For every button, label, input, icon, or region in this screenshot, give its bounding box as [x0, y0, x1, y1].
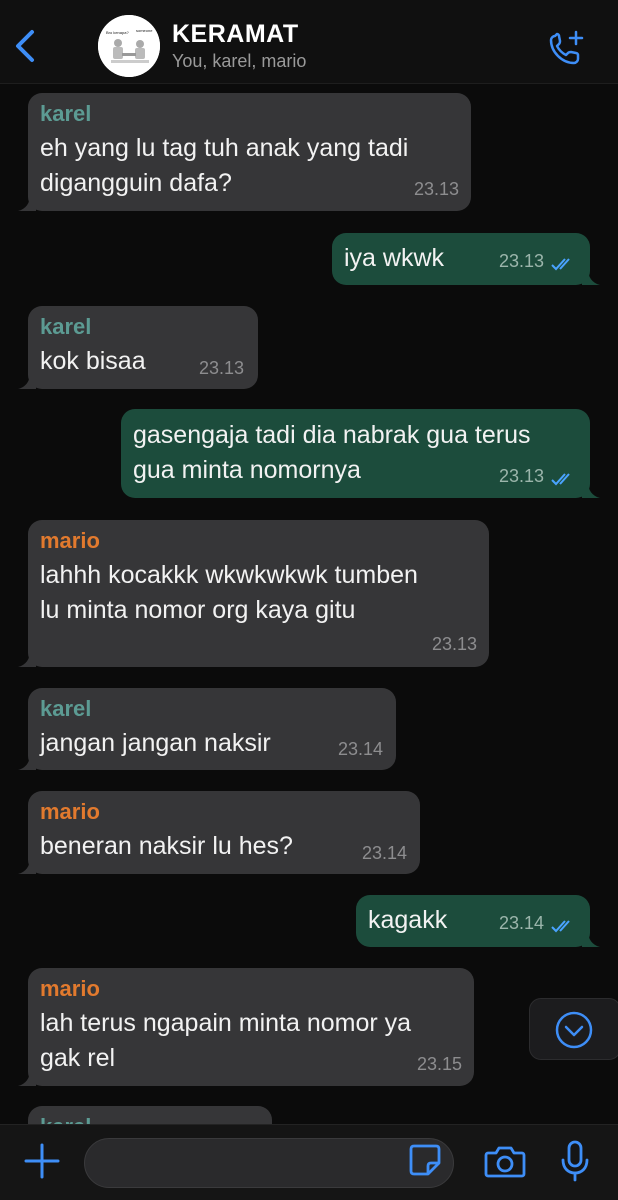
message-time: 23.13 [198, 358, 244, 378]
message-sender: mario [40, 799, 100, 824]
double-check-icon [551, 258, 570, 271]
message-sender: karel [40, 1114, 91, 1124]
bubble-tail [18, 195, 36, 211]
chat-title[interactable]: KERAMAT [172, 20, 299, 49]
message-text: gasengaja tadi dia nabrak gua terus gua … [133, 421, 531, 484]
message-bubble-outgoing[interactable]: iya wkwk 23.13 [332, 233, 600, 285]
message-text: kok bisaa [40, 347, 146, 375]
message-time: 23.14 [361, 843, 407, 863]
avatar-text-right: someone [136, 28, 153, 33]
message-input[interactable] [84, 1138, 454, 1188]
message-sender: karel [40, 314, 92, 339]
message-text: jangan jangan naksir [40, 729, 271, 757]
chat-header: Bro kenapa? someone KERAMAT You, karel, … [0, 0, 618, 84]
back-chevron-icon[interactable] [10, 26, 40, 66]
message-text: iya wkwk [344, 244, 445, 272]
message-bubble-incoming[interactable]: mario lahhh kocakkk wkwkwkwk tumben lu m… [18, 520, 489, 667]
bubble-tail [18, 858, 36, 874]
microphone-icon[interactable] [560, 1140, 590, 1182]
bubble-tail [18, 373, 36, 389]
message-text: beneran naksir lu hes? [40, 832, 293, 860]
message-bubble-incoming[interactable]: karel jangan jangan naksir 23.14 [18, 688, 396, 770]
message-time: 23.13 [413, 179, 459, 199]
message-time: 23.15 [416, 1054, 462, 1074]
message-time: 23.13 [431, 634, 477, 654]
message-bubble-incoming[interactable]: mario lah terus ngapain minta nomor ya g… [18, 968, 474, 1086]
bubble-tail [582, 931, 600, 947]
message-time: 23.13 [498, 466, 544, 486]
avatar-text-left: Bro kenapa? [106, 30, 129, 35]
message-bubble-incoming[interactable]: karel eh yang lu tag tuh anak yang tadi … [18, 93, 471, 211]
bubble-tail [18, 754, 36, 770]
plus-icon[interactable] [22, 1141, 62, 1181]
double-check-icon [551, 473, 570, 486]
chat-participants[interactable]: You, karel, mario [172, 51, 306, 72]
message-time: 23.13 [498, 251, 544, 271]
bubble-tail [582, 269, 600, 285]
message-sender: mario [40, 976, 100, 1001]
message-time: 23.14 [337, 739, 383, 759]
message-text: lahhh kocakkk wkwkwkwk tumben lu minta n… [40, 561, 418, 624]
group-avatar[interactable]: Bro kenapa? someone [98, 15, 160, 77]
message-sender: mario [40, 528, 100, 553]
double-check-icon [551, 920, 570, 933]
message-bubble-incoming[interactable]: mario beneran naksir lu hes? 23.14 [18, 791, 420, 874]
message-bubble-incoming[interactable]: karel [28, 1106, 272, 1124]
scroll-to-bottom-button[interactable] [529, 998, 618, 1060]
bubble-tail [582, 482, 600, 498]
bubble-tail [18, 1070, 36, 1086]
bubble-tail [18, 651, 36, 667]
message-text: kagakk [368, 906, 448, 934]
message-bubble-incoming[interactable]: karel kok bisaa 23.13 [18, 306, 258, 389]
scroll-down-icon [555, 1011, 593, 1049]
message-sender: karel [40, 696, 92, 721]
add-call-icon[interactable] [546, 28, 586, 68]
message-text: eh yang lu tag tuh anak yang tadi digang… [40, 134, 409, 197]
message-bubble-outgoing[interactable]: gasengaja tadi dia nabrak gua terus gua … [121, 409, 600, 498]
message-text: lah terus ngapain minta nomor ya gak rel [40, 1009, 412, 1072]
message-time: 23.14 [498, 913, 544, 933]
message-bubble-outgoing[interactable]: kagakk 23.14 [356, 895, 600, 947]
message-sender: karel [40, 101, 92, 126]
camera-icon[interactable] [484, 1144, 526, 1178]
sticker-icon[interactable] [408, 1143, 442, 1177]
message-list[interactable]: karel eh yang lu tag tuh anak yang tadi … [0, 84, 618, 1124]
